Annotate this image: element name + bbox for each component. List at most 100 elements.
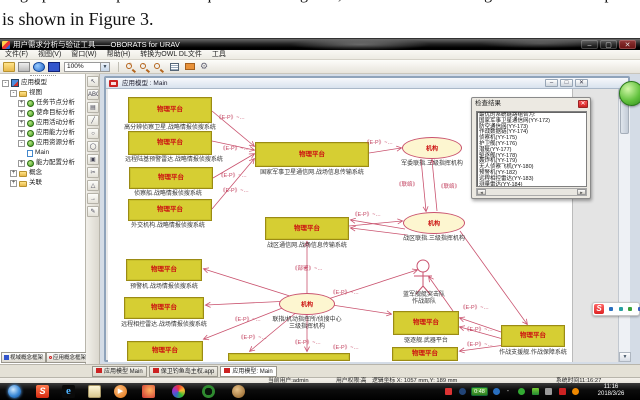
- abc-tool-icon[interactable]: ABC: [87, 89, 99, 100]
- tree-item[interactable]: + 使命目标分析: [0, 108, 86, 118]
- tray-collapse-icon[interactable]: -: [507, 388, 512, 395]
- panel-grip[interactable]: [30, 75, 56, 77]
- scroll-left-icon[interactable]: ◄: [477, 189, 486, 195]
- tab-app-concept-frame[interactable]: 应用概念框架: [46, 352, 90, 363]
- zoom-combobox[interactable]: 100% ▼: [64, 62, 110, 72]
- menu-item-1[interactable]: 视图(V): [33, 50, 66, 60]
- sogou-punct-icon[interactable]: [618, 307, 623, 311]
- taskbar-notepad-icon[interactable]: [88, 385, 101, 398]
- tray-sogou-icon[interactable]: [445, 388, 453, 395]
- cursor-tool-icon[interactable]: ↖: [87, 76, 99, 87]
- maximize-button[interactable]: ▢: [600, 40, 617, 49]
- menu-item-0[interactable]: 文件(F): [0, 50, 33, 60]
- expand-toggle-icon[interactable]: -: [2, 79, 9, 87]
- ellipse-tool-icon[interactable]: ◯: [87, 141, 99, 152]
- tree-item[interactable]: Main: [0, 148, 86, 158]
- taskbar-ie-icon[interactable]: e: [62, 385, 75, 398]
- sogou-emoji-icon[interactable]: [628, 307, 633, 311]
- check-close-icon[interactable]: ✕: [578, 100, 588, 108]
- sogou-mode-icon[interactable]: [609, 307, 614, 311]
- check-result-list[interactable]: 最优的系统链路组合为: 国家军事卫星通信网(YY-172) 防空通信网(YY-173…: [476, 111, 587, 187]
- child-close-button[interactable]: ✕: [575, 79, 588, 87]
- tray-update-icon[interactable]: [572, 388, 579, 395]
- taskbar-browser-icon[interactable]: [142, 385, 155, 398]
- tray-flag-icon[interactable]: [558, 388, 566, 395]
- arrow-tool-icon[interactable]: →: [87, 193, 99, 204]
- tree-item[interactable]: + 任务节点分析: [0, 98, 86, 108]
- scissors-tool-icon[interactable]: ✂: [87, 167, 99, 178]
- mdi-tab-1[interactable]: 保卫钓鱼岛主权.app: [148, 366, 219, 377]
- taskbar-sogou-icon[interactable]: S: [36, 385, 49, 398]
- close-button[interactable]: ✕: [619, 40, 636, 49]
- circle-tool-icon[interactable]: ○: [87, 128, 99, 139]
- diagram-box[interactable]: 物理平台: [393, 311, 459, 335]
- expand-toggle-icon[interactable]: +: [18, 109, 25, 117]
- tree-item[interactable]: + 能力配置分析: [0, 158, 86, 168]
- diagram-ellipse[interactable]: 机构: [403, 212, 465, 234]
- diagram-box[interactable]: 物理平台: [265, 217, 349, 240]
- tray-lock-icon[interactable]: [545, 388, 553, 395]
- scroll-right-icon[interactable]: ►: [577, 189, 586, 195]
- menu-item-3[interactable]: 帮助(H): [102, 50, 136, 60]
- expand-toggle-icon[interactable]: +: [10, 179, 17, 187]
- menu-item-4[interactable]: 转换为OWL DL文件: [135, 50, 207, 60]
- diagram-box[interactable]: [228, 353, 350, 361]
- diagram-box[interactable]: 物理平台: [128, 131, 212, 155]
- sogou-logo-icon[interactable]: S: [594, 304, 604, 314]
- diagram-ellipse[interactable]: 机构: [279, 293, 335, 315]
- child-maximize-button[interactable]: □: [560, 79, 573, 87]
- mdi-tab-0[interactable]: 应用模型 Main: [92, 366, 147, 377]
- tray-antivirus-icon[interactable]: [518, 388, 526, 395]
- scroll-down-icon[interactable]: ▼: [619, 352, 631, 362]
- gear-icon[interactable]: ⚙: [200, 61, 208, 72]
- tree-item[interactable]: - 应用资源分析: [0, 138, 86, 148]
- chevron-down-icon[interactable]: ▼: [100, 63, 109, 71]
- expand-toggle-icon[interactable]: +: [18, 119, 25, 127]
- tray-shield-icon[interactable]: [531, 388, 539, 395]
- tray-network-icon[interactable]: [458, 388, 466, 395]
- battery-indicator[interactable]: 0:48: [471, 387, 488, 396]
- open-folder-icon[interactable]: [3, 62, 15, 72]
- globe-icon[interactable]: [33, 62, 45, 72]
- diagram-box[interactable]: 物理平台: [392, 347, 458, 361]
- minimize-button[interactable]: –: [581, 40, 598, 49]
- tray-info-icon[interactable]: [493, 388, 501, 395]
- save-icon[interactable]: [48, 62, 60, 72]
- grid-icon[interactable]: [170, 63, 179, 71]
- diagram-box[interactable]: 物理平台: [501, 325, 565, 347]
- assistant-ball-icon[interactable]: [619, 81, 640, 106]
- taskbar-player-icon[interactable]: ▶: [114, 385, 127, 398]
- tab-view-concept-frame[interactable]: 视域概念框架: [1, 352, 47, 363]
- diagram-box[interactable]: 物理平台: [126, 259, 202, 281]
- rect-tool-icon[interactable]: ▣: [87, 154, 99, 165]
- vertical-scrollbar[interactable]: ▲ ▼: [618, 89, 631, 362]
- tree-item[interactable]: + 应用活动分析: [0, 118, 86, 128]
- expand-toggle-icon[interactable]: +: [10, 169, 17, 177]
- taskbar-clock[interactable]: 11:16 2018/3/26: [586, 384, 636, 398]
- diagram-ellipse[interactable]: 机构: [402, 137, 462, 159]
- zoom-in-icon[interactable]: +: [126, 62, 132, 69]
- diagram-box[interactable]: 物理平台: [255, 142, 369, 167]
- tree-item[interactable]: + 概念: [0, 168, 86, 178]
- expand-toggle-icon[interactable]: +: [18, 129, 25, 137]
- diagram-box[interactable]: 物理平台: [129, 167, 213, 189]
- line-tool-icon[interactable]: ╱: [87, 115, 99, 126]
- expand-toggle-icon[interactable]: +: [18, 99, 25, 107]
- start-button[interactable]: [8, 385, 21, 398]
- note-tool-icon[interactable]: ▤: [87, 102, 99, 113]
- menu-item-2[interactable]: 窗口(W): [66, 50, 101, 60]
- diagram-box[interactable]: 物理平台: [124, 297, 204, 319]
- sogou-input-bar[interactable]: S: [592, 302, 640, 316]
- taskbar-ball-icon[interactable]: [232, 385, 245, 398]
- menu-item-5[interactable]: 工具: [207, 50, 231, 60]
- expand-toggle-icon[interactable]: -: [10, 89, 17, 97]
- tree-item[interactable]: - 视图: [0, 88, 86, 98]
- tree-item[interactable]: + 应用能力分析: [0, 128, 86, 138]
- check-horizontal-scrollbar[interactable]: ◄ ►: [476, 188, 587, 196]
- tree-item[interactable]: + 关联: [0, 178, 86, 188]
- expand-toggle-icon[interactable]: +: [18, 159, 25, 167]
- print-icon[interactable]: [18, 62, 30, 72]
- anchor-tool-icon[interactable]: △: [87, 180, 99, 191]
- taskbar-pinwheel-icon[interactable]: [172, 385, 185, 398]
- zoom-out-icon[interactable]: -: [140, 62, 146, 69]
